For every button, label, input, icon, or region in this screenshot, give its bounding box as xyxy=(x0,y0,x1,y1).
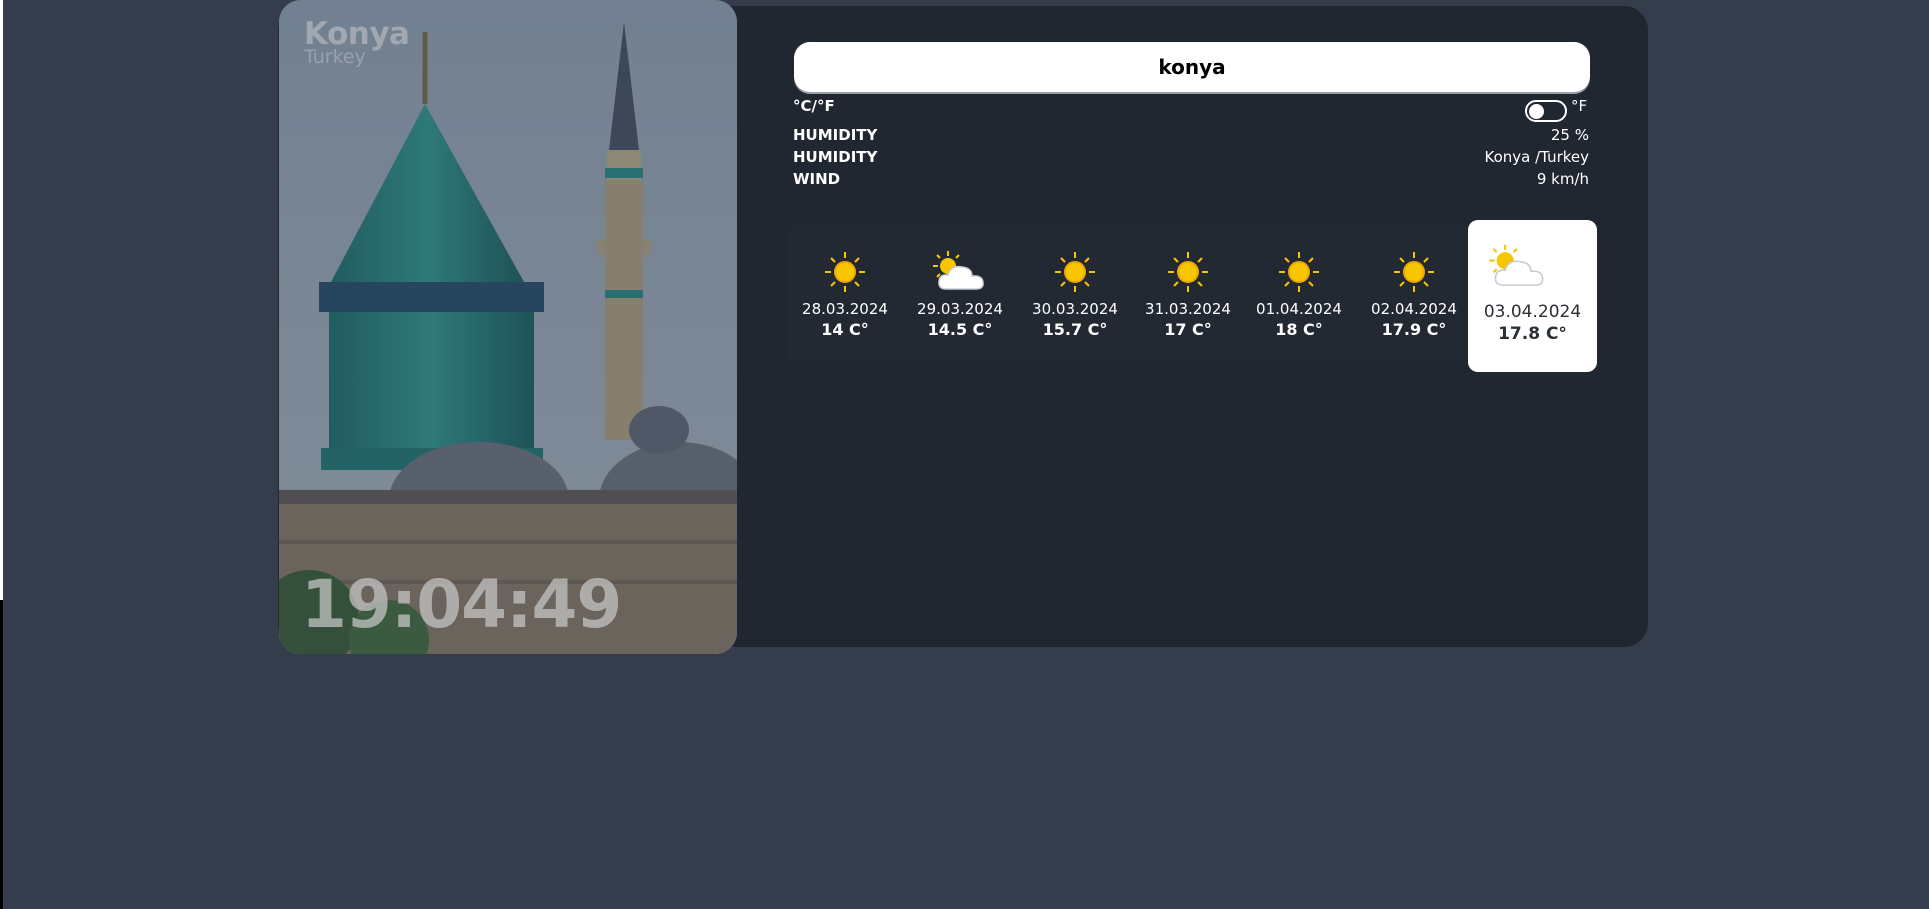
partly-cloudy-icon xyxy=(905,244,1015,300)
forecast-date: 28.03.2024 xyxy=(802,300,888,318)
forecast-day[interactable]: 02.04.2024 17.9 C° xyxy=(1359,244,1469,339)
forecast-temp: 18 C° xyxy=(1275,320,1323,339)
window-edge xyxy=(0,0,3,600)
sun-icon xyxy=(1244,244,1354,300)
forecast-temp: 15.7 C° xyxy=(1042,320,1108,339)
forecast-day[interactable]: 29.03.2024 14.5 C° xyxy=(905,244,1015,339)
local-clock: 19:04:49 xyxy=(301,566,622,643)
photo-dim-overlay xyxy=(279,0,737,654)
forecast-day[interactable]: 28.03.2024 14 C° xyxy=(790,244,900,339)
forecast-day[interactable]: 01.04.2024 18 C° xyxy=(1244,244,1354,339)
forecast-date: 03.04.2024 xyxy=(1483,302,1582,322)
humidity-label: HUMIDITY xyxy=(793,126,878,144)
country-name: Turkey xyxy=(304,46,366,68)
forecast-temp: 17 C° xyxy=(1164,320,1212,339)
humidity-value: 25 % xyxy=(1550,126,1589,144)
forecast-date: 31.03.2024 xyxy=(1145,300,1231,318)
forecast-day-selected[interactable]: 03.04.2024 17.8 C° xyxy=(1468,220,1597,372)
location-value: Konya /Turkey xyxy=(1484,148,1589,166)
forecast-temp: 17.8 C° xyxy=(1498,324,1567,344)
sun-icon xyxy=(790,244,900,300)
forecast-temp: 17.9 C° xyxy=(1381,320,1447,339)
forecast-temp: 14 C° xyxy=(821,320,869,339)
location-label: HUMIDITY xyxy=(793,148,878,166)
wind-label: WIND xyxy=(793,170,841,188)
sun-icon xyxy=(1020,244,1130,300)
forecast-date: 01.04.2024 xyxy=(1256,300,1342,318)
partly-cloudy-icon xyxy=(1468,236,1597,298)
forecast-date: 02.04.2024 xyxy=(1371,300,1457,318)
unit-toggle[interactable] xyxy=(1525,100,1567,122)
toggle-knob[interactable] xyxy=(1529,104,1544,119)
forecast-day[interactable]: 31.03.2024 17 C° xyxy=(1133,244,1243,339)
window-edge-lower xyxy=(0,600,3,909)
forecast-date: 29.03.2024 xyxy=(917,300,1003,318)
city-search-input[interactable] xyxy=(794,42,1590,92)
city-photo-panel: Konya Turkey 19:04:49 xyxy=(279,0,737,654)
forecast-date: 30.03.2024 xyxy=(1032,300,1118,318)
unit-toggle-label: °F xyxy=(1571,97,1588,115)
forecast-day[interactable]: 30.03.2024 15.7 C° xyxy=(1020,244,1130,339)
sun-icon xyxy=(1359,244,1469,300)
units-label: °C/°F xyxy=(793,97,835,115)
wind-value: 9 km/h xyxy=(1536,170,1589,188)
sun-icon xyxy=(1133,244,1243,300)
forecast-temp: 14.5 C° xyxy=(927,320,993,339)
